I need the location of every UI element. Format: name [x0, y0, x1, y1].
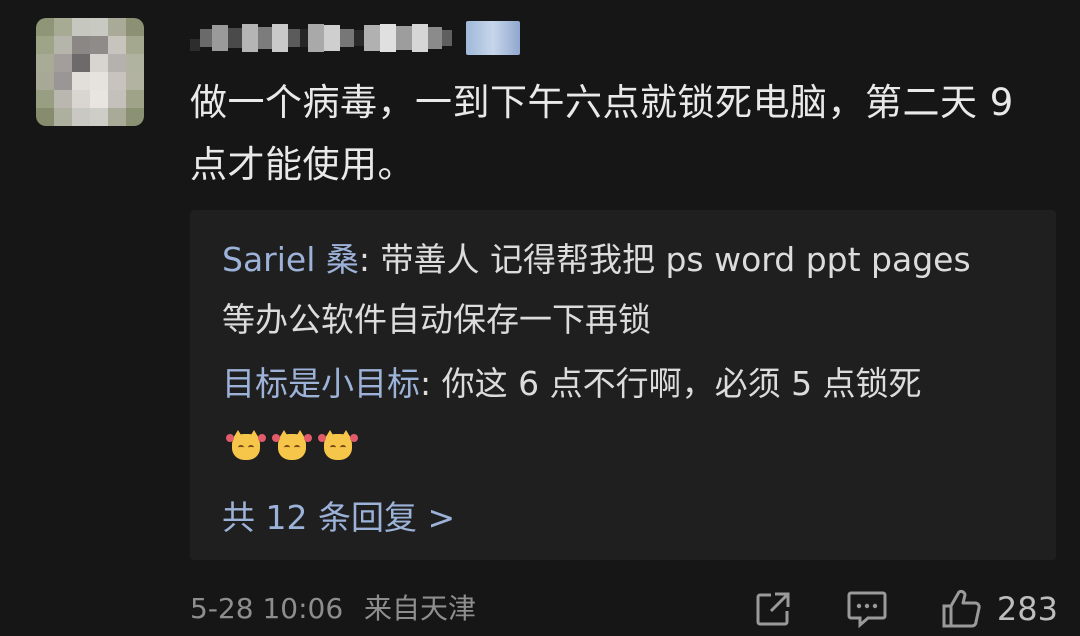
- cat-heart-emoji-icon: [318, 428, 358, 464]
- like-count: 283: [996, 590, 1058, 628]
- reply-item[interactable]: Sariel 桑: 带善人 记得帮我把 ps word ppt pages 等办…: [222, 230, 982, 350]
- comment-date: 5-28 10:06: [190, 592, 344, 625]
- user-badge: [466, 21, 520, 55]
- reply-text: 你这 6 点不行啊，必须 5 点锁死: [441, 364, 922, 403]
- avatar[interactable]: [36, 18, 144, 126]
- comment-text: 做一个病毒，一到下午六点就锁死电脑，第二天 9 点才能使用。: [190, 81, 1014, 186]
- view-all-replies-link[interactable]: 共 12 条回复 >: [222, 488, 455, 548]
- comment-location: 来自天津: [364, 592, 477, 625]
- share-icon[interactable]: [751, 587, 795, 631]
- cat-heart-emoji-icon: [226, 428, 266, 464]
- reply-separator: :: [358, 240, 381, 279]
- username[interactable]: [190, 20, 520, 56]
- comment-footer: 5-28 10:06 来自天津 283: [190, 584, 1060, 634]
- reply-separator: :: [420, 364, 442, 403]
- comment-actions: 283: [751, 584, 1058, 634]
- comment-meta: 5-28 10:06 来自天津: [190, 584, 476, 634]
- thumbs-up-icon[interactable]: [939, 587, 983, 631]
- replies-preview[interactable]: Sariel 桑: 带善人 记得帮我把 ps word ppt pages 等办…: [190, 210, 1056, 560]
- comment-icon[interactable]: [845, 587, 889, 631]
- cat-heart-emoji-icon: [272, 428, 312, 464]
- reply-author[interactable]: 目标是小目标: [222, 364, 420, 403]
- reply-author[interactable]: Sariel 桑: [222, 240, 359, 279]
- reply-item[interactable]: 目标是小目标: 你这 6 点不行啊，必须 5 点锁死: [222, 354, 982, 474]
- emoji-row: [226, 428, 358, 464]
